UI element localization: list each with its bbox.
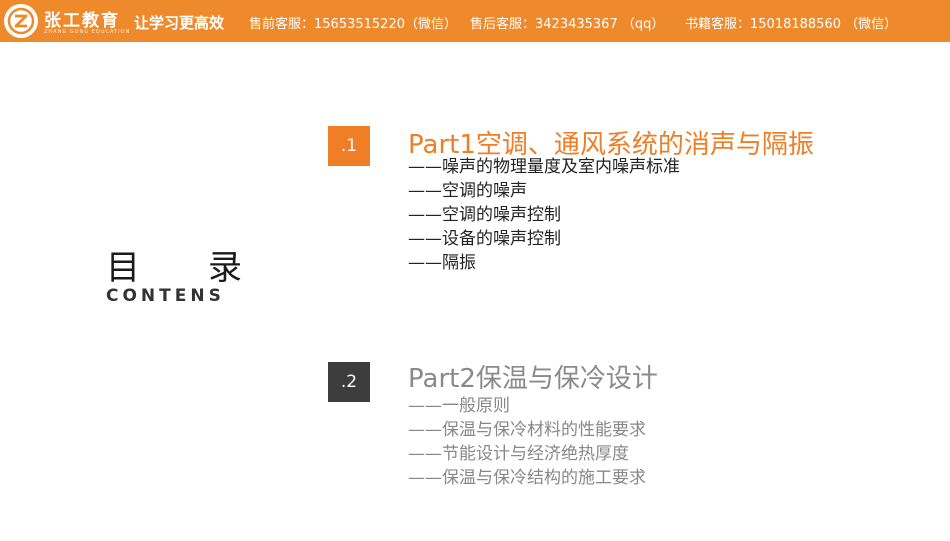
watermark (858, 410, 933, 456)
watermark (118, 320, 193, 366)
header-bar: 张工教育 ZHANG GONG EDUCATION 让学习更高效 售前客服：15… (0, 0, 950, 42)
list-item: ——节能设计与经济绝热厚度 (408, 444, 629, 464)
watermark (238, 410, 313, 456)
list-item: ——保温与保冷结构的施工要求 (408, 468, 646, 488)
contact-aftersale: 售后客服：3423435367 （qq） (470, 17, 665, 32)
section-title-2: Part2保温与保冷设计 (408, 364, 658, 394)
list-item: ——保温与保冷材料的性能要求 (408, 420, 646, 440)
watermark (358, 495, 433, 541)
toc-title: 目 录 (106, 240, 242, 289)
list-item: ——一般原则 (408, 396, 510, 416)
section-badge-1: .1 (328, 126, 370, 166)
section-list-2: ——一般原则 ——保温与保冷材料的性能要求 ——节能设计与经济绝热厚度 ——保温… (408, 394, 646, 490)
toc-title-char: 目 (106, 248, 140, 288)
watermark (108, 118, 183, 164)
list-item: ——噪声的物理量度及室内噪声标准 (408, 157, 680, 177)
contact-presale: 售前客服：15653515220（微信） (249, 17, 457, 32)
contact-books: 书籍客服：15018188560 （微信） (685, 17, 898, 32)
list-item: ——空调的噪声控制 (408, 205, 561, 225)
brand-name: 张工教育 (44, 11, 120, 31)
watermark (0, 220, 72, 266)
toc-subtitle: CONTENS (106, 286, 225, 306)
watermark (738, 38, 813, 84)
slogan: 让学习更高效 (134, 14, 225, 32)
toc-title-char: 录 (208, 248, 242, 288)
brand-subtitle: ZHANG GONG EDUCATION (44, 29, 131, 35)
list-item: ——空调的噪声 (408, 181, 527, 201)
watermark (738, 310, 813, 356)
watermark (858, 210, 933, 256)
section-badge-2: .2 (328, 362, 370, 402)
logo-icon (4, 4, 38, 38)
list-item: ——隔振 (408, 253, 476, 273)
watermark (238, 38, 313, 84)
section-list-1: ——噪声的物理量度及室内噪声标准 ——空调的噪声 ——空调的噪声控制 ——设备的… (408, 155, 680, 275)
list-item: ——设备的噪声控制 (408, 229, 561, 249)
